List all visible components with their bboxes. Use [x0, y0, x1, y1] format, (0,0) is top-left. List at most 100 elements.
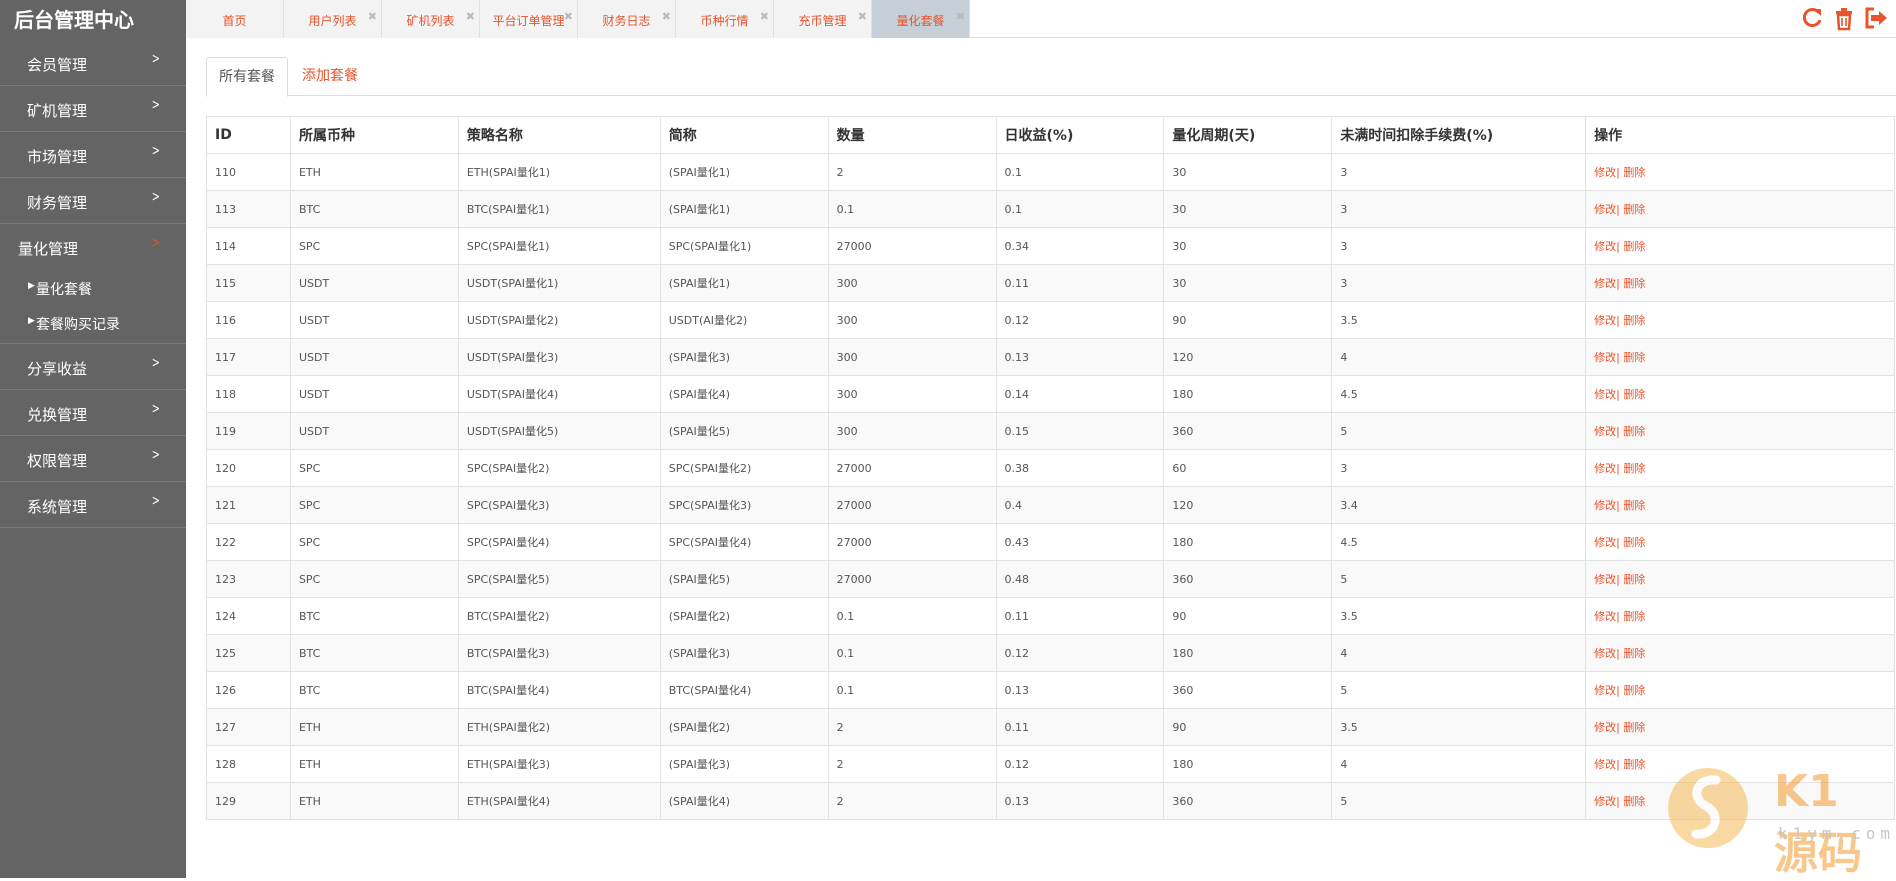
- edit-link[interactable]: 修改: [1594, 351, 1616, 364]
- close-icon[interactable]: ✖: [662, 10, 671, 23]
- delete-link[interactable]: 删除: [1623, 388, 1645, 401]
- edit-link[interactable]: 修改: [1594, 610, 1616, 623]
- delete-link[interactable]: 删除: [1623, 425, 1645, 438]
- sidebar-item[interactable]: 量化管理>: [0, 224, 186, 270]
- delete-link[interactable]: 删除: [1623, 351, 1645, 364]
- delete-link[interactable]: 删除: [1623, 166, 1645, 179]
- edit-link[interactable]: 修改: [1594, 314, 1616, 327]
- tab[interactable]: 财务日志✖: [578, 0, 676, 38]
- tab[interactable]: 充币管理✖: [774, 0, 872, 38]
- action-separator: |: [1616, 166, 1620, 179]
- chevron-right-icon: >: [152, 493, 160, 509]
- actions-cell: 修改| 删除: [1586, 191, 1895, 228]
- table-cell: 0.1: [828, 191, 996, 228]
- table-cell: (SPAI量化3): [660, 746, 828, 783]
- sidebar-item[interactable]: 财务管理>: [0, 178, 186, 224]
- trash-icon[interactable]: [1832, 5, 1856, 31]
- edit-link[interactable]: 修改: [1594, 499, 1616, 512]
- sidebar-item[interactable]: 分享收益>: [0, 344, 186, 390]
- table-cell: 0.1: [996, 191, 1164, 228]
- delete-link[interactable]: 删除: [1623, 573, 1645, 586]
- table-cell: 116: [207, 302, 291, 339]
- edit-link[interactable]: 修改: [1594, 573, 1616, 586]
- table-cell: BTC: [290, 672, 458, 709]
- delete-link[interactable]: 删除: [1623, 462, 1645, 475]
- table-cell: 300: [828, 265, 996, 302]
- close-icon[interactable]: ✖: [858, 10, 867, 23]
- table-cell: 3.5: [1332, 709, 1586, 746]
- delete-link[interactable]: 删除: [1623, 277, 1645, 290]
- packages-table: ID所属币种策略名称简称数量日收益(%)量化周期(天)未满时间扣除手续费(%)操…: [206, 116, 1895, 820]
- table-cell: 0.11: [996, 709, 1164, 746]
- table-cell: 120: [1164, 487, 1332, 524]
- edit-link[interactable]: 修改: [1594, 203, 1616, 216]
- close-icon[interactable]: ✖: [956, 10, 965, 23]
- tab[interactable]: 量化套餐✖: [872, 0, 970, 38]
- sidebar-item[interactable]: 系统管理>: [0, 482, 186, 528]
- close-icon[interactable]: ✖: [564, 10, 573, 23]
- table-row: 120SPCSPC(SPAI量化2)SPC(SPAI量化2)270000.386…: [207, 450, 1895, 487]
- tab[interactable]: 平台订单管理✖: [480, 0, 578, 38]
- subtab-all-packages[interactable]: 所有套餐: [206, 57, 288, 97]
- close-icon[interactable]: ✖: [368, 10, 377, 23]
- table-row: 110ETHETH(SPAI量化1)(SPAI量化1)20.1303修改| 删除: [207, 154, 1895, 191]
- table-row: 119USDTUSDT(SPAI量化5)(SPAI量化5)3000.153605…: [207, 413, 1895, 450]
- delete-link[interactable]: 删除: [1623, 203, 1645, 216]
- table-cell: ETH: [290, 746, 458, 783]
- action-separator: |: [1616, 795, 1620, 808]
- table-cell: 300: [828, 413, 996, 450]
- delete-link[interactable]: 删除: [1623, 758, 1645, 771]
- edit-link[interactable]: 修改: [1594, 758, 1616, 771]
- edit-link[interactable]: 修改: [1594, 277, 1616, 290]
- sidebar-item[interactable]: 市场管理>: [0, 132, 186, 178]
- table-cell: 120: [1164, 339, 1332, 376]
- sidebar-subitem[interactable]: ▶套餐购买记录: [0, 305, 186, 340]
- sidebar-subitem[interactable]: ▶量化套餐: [0, 270, 186, 305]
- sidebar-item[interactable]: 兑换管理>: [0, 390, 186, 436]
- edit-link[interactable]: 修改: [1594, 795, 1616, 808]
- edit-link[interactable]: 修改: [1594, 388, 1616, 401]
- sidebar-subitem-label: 量化套餐: [36, 279, 92, 299]
- edit-link[interactable]: 修改: [1594, 166, 1616, 179]
- edit-link[interactable]: 修改: [1594, 240, 1616, 253]
- table-cell: 0.4: [996, 487, 1164, 524]
- delete-link[interactable]: 删除: [1623, 240, 1645, 253]
- delete-link[interactable]: 删除: [1623, 795, 1645, 808]
- delete-link[interactable]: 删除: [1623, 499, 1645, 512]
- edit-link[interactable]: 修改: [1594, 425, 1616, 438]
- edit-link[interactable]: 修改: [1594, 721, 1616, 734]
- sidebar-item[interactable]: 会员管理>: [0, 40, 186, 86]
- tab[interactable]: 矿机列表✖: [382, 0, 480, 38]
- delete-link[interactable]: 删除: [1623, 536, 1645, 549]
- table-cell: 2: [828, 746, 996, 783]
- table-cell: 3.5: [1332, 302, 1586, 339]
- action-separator: |: [1616, 758, 1620, 771]
- delete-link[interactable]: 删除: [1623, 647, 1645, 660]
- edit-link[interactable]: 修改: [1594, 536, 1616, 549]
- refresh-icon[interactable]: [1800, 5, 1824, 31]
- table-cell: 115: [207, 265, 291, 302]
- edit-link[interactable]: 修改: [1594, 647, 1616, 660]
- tab[interactable]: 币种行情✖: [676, 0, 774, 38]
- sidebar-item[interactable]: 矿机管理>: [0, 86, 186, 132]
- edit-link[interactable]: 修改: [1594, 462, 1616, 475]
- tab[interactable]: 首页: [186, 0, 284, 38]
- actions-cell: 修改| 删除: [1586, 524, 1895, 561]
- table-cell: 3.5: [1332, 598, 1586, 635]
- delete-link[interactable]: 删除: [1623, 721, 1645, 734]
- subtab-add-package[interactable]: 添加套餐: [290, 57, 370, 97]
- sidebar-item-label: 矿机管理: [27, 100, 87, 121]
- close-icon[interactable]: ✖: [466, 10, 475, 23]
- close-icon[interactable]: ✖: [760, 10, 769, 23]
- sidebar-item[interactable]: 权限管理>: [0, 436, 186, 482]
- table-cell: SPC: [290, 487, 458, 524]
- delete-link[interactable]: 删除: [1623, 610, 1645, 623]
- table-row: 128ETHETH(SPAI量化3)(SPAI量化3)20.121804修改| …: [207, 746, 1895, 783]
- delete-link[interactable]: 删除: [1623, 684, 1645, 697]
- tab[interactable]: 用户列表✖: [284, 0, 382, 38]
- table-cell: USDT(SPAI量化2): [458, 302, 660, 339]
- logout-icon[interactable]: [1864, 5, 1888, 31]
- table-cell: USDT(SPAI量化4): [458, 376, 660, 413]
- delete-link[interactable]: 删除: [1623, 314, 1645, 327]
- edit-link[interactable]: 修改: [1594, 684, 1616, 697]
